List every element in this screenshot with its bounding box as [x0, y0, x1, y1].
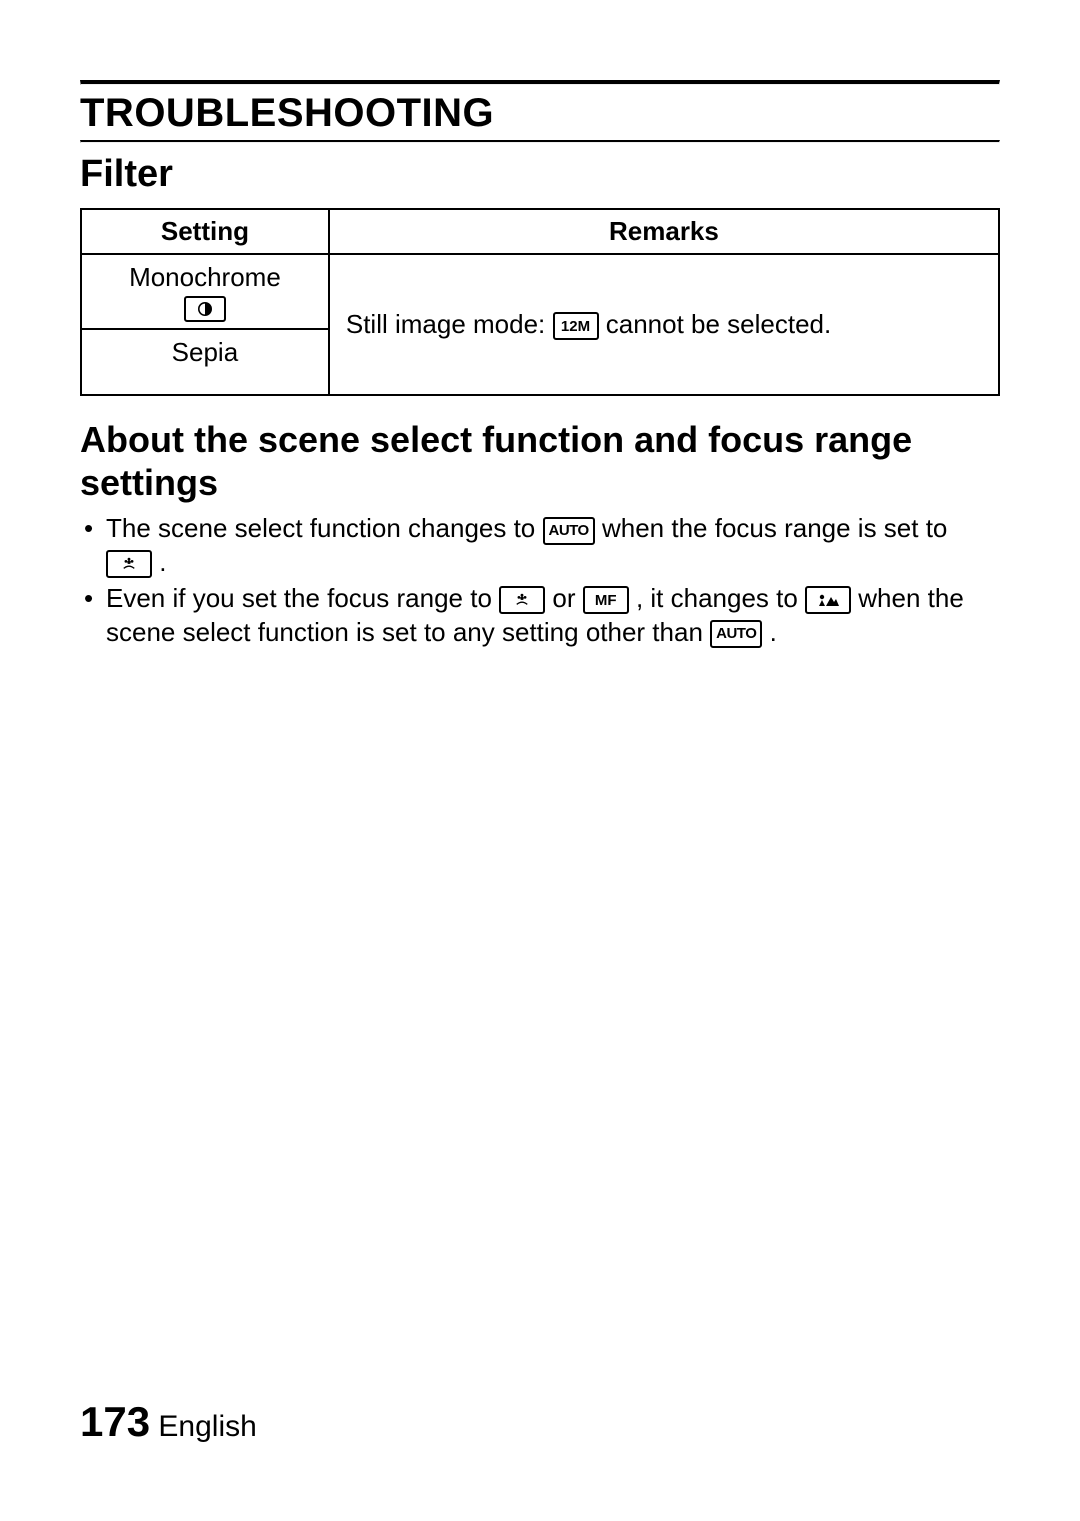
bullet2-p1: Even if you set the focus range to: [106, 583, 499, 613]
page-footer: 173 English: [80, 1398, 257, 1446]
cell-monochrome: Monochrome: [81, 254, 329, 329]
page-language: English: [158, 1410, 256, 1443]
flower-glyph: [513, 593, 531, 607]
page-root: TROUBLESHOOTING Filter Setting Remarks M…: [0, 0, 1080, 1521]
rule-top: [80, 80, 1000, 85]
about-bullets: The scene select function changes to AUT…: [80, 512, 1000, 649]
half-moon-glyph: [197, 301, 213, 317]
bullet1-p1: The scene select function changes to: [106, 513, 543, 543]
flower-macro-icon: [106, 550, 152, 578]
bullet2-p2: or: [552, 583, 582, 613]
about-heading: About the scene select function and focu…: [80, 418, 1000, 504]
flower-glyph: [120, 557, 138, 571]
auto-icon: AUTO: [543, 517, 595, 545]
remarks-text-prefix: Still image mode:: [346, 309, 553, 339]
person-mountain-icon: [805, 586, 851, 614]
table-header-setting: Setting: [81, 209, 329, 254]
filter-table: Setting Remarks Monochrome Still image m…: [80, 208, 1000, 396]
mf-icon: MF: [583, 586, 629, 614]
monochrome-label: Monochrome: [129, 261, 281, 294]
person-mountain-glyph: [817, 593, 839, 607]
section-title: TROUBLESHOOTING: [80, 91, 1000, 136]
flower-macro-icon: [499, 586, 545, 614]
cell-remarks: Still image mode: 12M cannot be selected…: [329, 254, 999, 395]
cell-sepia: Sepia: [81, 329, 329, 396]
remarks-text-suffix: cannot be selected.: [606, 309, 832, 339]
bullet2-p5: .: [770, 617, 777, 647]
bullet2-p3: , it changes to: [636, 583, 805, 613]
sepia-label: Sepia: [172, 336, 239, 369]
rule-under-title: [80, 140, 1000, 143]
bullet1-p3: .: [159, 547, 166, 577]
page-number: 173: [80, 1398, 150, 1445]
table-row: Monochrome Still image mode: 12M cannot …: [81, 254, 999, 329]
subsection-filter: Filter: [80, 153, 1000, 196]
twelve-m-icon: 12M: [553, 312, 599, 340]
bullet1-p2: when the focus range is set to: [602, 513, 947, 543]
bullet-item: Even if you set the focus range to or MF…: [106, 582, 1000, 650]
table-header-row: Setting Remarks: [81, 209, 999, 254]
bullet-item: The scene select function changes to AUT…: [106, 512, 1000, 580]
table-header-remarks: Remarks: [329, 209, 999, 254]
auto-icon: AUTO: [710, 620, 762, 648]
monochrome-icon: [184, 296, 226, 322]
